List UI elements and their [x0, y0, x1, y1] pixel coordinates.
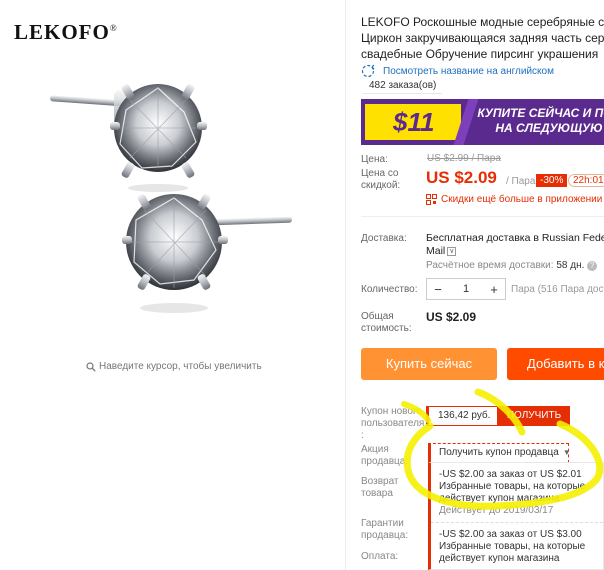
shipping-method-line: Бесплатная доставка в Russian Federa: [426, 232, 604, 244]
translate-icon: [361, 64, 375, 78]
shipping-method[interactable]: Бесплатная доставка в Russian Federa Mai…: [426, 232, 604, 258]
seller-promo-label: Акция продавца:: [361, 444, 409, 467]
quantity-stepper: − 1 +: [426, 278, 506, 300]
coupon-option[interactable]: -US $2.00 за заказ от US $3.00 Избранные…: [431, 523, 603, 569]
old-price: US $2.99 / Пара: [427, 153, 501, 164]
decrease-button[interactable]: −: [427, 282, 449, 297]
discount-badge: -30%: [536, 174, 568, 187]
product-title-line: Циркон закручивающаяся задняя часть серь: [361, 31, 604, 45]
chevron-down-icon[interactable]: ∨: [447, 246, 457, 256]
product-gallery: LEKOFO® Наведите курсор, чтобы увеличить: [0, 0, 346, 570]
promo-banner[interactable]: $11 КУПИТЕ СЕЙЧАС И ПОЛ НА СЛЕДУЮЩУЮ: [361, 99, 604, 145]
add-to-cart-button[interactable]: Добавить в к: [507, 348, 604, 380]
brand-logo: LEKOFO®: [14, 20, 118, 44]
new-user-coupon-label: Купон нового пользователя :: [361, 406, 425, 441]
banner-text: КУПИТЕ СЕЙЧАС И ПОЛ НА СЛЕДУЮЩУЮ: [469, 106, 604, 136]
seller-coupon-list: -US $2.00 за заказ от US $2.01 Избранные…: [428, 462, 604, 570]
quantity-availability: Пара (516 Пара доступ: [511, 284, 604, 295]
coupon-amount: 136,42 руб.: [426, 406, 498, 426]
product-title-line: LEKOFO Роскошные модные серебряные сер: [361, 15, 604, 29]
shipping-label: Доставка:: [361, 233, 407, 244]
coupon-option[interactable]: -US $2.00 за заказ от US $2.01 Избранные…: [431, 463, 603, 523]
sale-price: US $2.09: [426, 168, 497, 187]
divider: [361, 216, 604, 217]
total-label: Общая стоимость:: [361, 311, 412, 334]
delivery-days: 58 дн.: [556, 260, 585, 271]
orders-count: 482 заказа(ов): [363, 78, 443, 94]
countdown-timer: 22h:01: [568, 174, 604, 187]
total-price: US $2.09: [426, 310, 477, 324]
quantity-label: Количество:: [361, 284, 418, 295]
buy-now-button[interactable]: Купить сейчас: [361, 348, 497, 380]
price-label: Цена:: [361, 154, 388, 165]
delivery-time: Расчётное время доставки: 58 дн. ?: [426, 260, 598, 271]
new-user-coupon: 136,42 руб. ПОЛУЧИТЬ: [426, 406, 570, 426]
qr-code-icon: [426, 194, 437, 205]
banner-price: $11: [365, 104, 461, 140]
price-unit: / Пара: [506, 176, 536, 187]
translate-title-link[interactable]: Посмотреть название на английском: [361, 64, 554, 78]
help-icon[interactable]: ?: [587, 261, 598, 271]
quantity-input[interactable]: 1: [449, 283, 483, 295]
seller-coupon-dropdown[interactable]: Получить купон продавца ▼: [428, 443, 571, 463]
product-image[interactable]: [34, 70, 318, 332]
seller-guarantee-label: Гарантии продавца:: [361, 518, 409, 541]
return-policy-label: Возврат товара: [361, 476, 399, 499]
translate-link-text[interactable]: Посмотреть название на английском: [383, 66, 554, 77]
payment-label: Оплата:: [361, 551, 399, 562]
sale-price-label: Цена со скидкой:: [361, 168, 401, 191]
coupon-valid-until: Действует до 2019/03/17: [439, 505, 554, 516]
seller-coupon-text[interactable]: Получить купон продавца: [439, 447, 559, 458]
caret-down-icon: ▼: [562, 448, 571, 457]
magnifier-icon: [86, 361, 96, 372]
banner-text-line: НА СЛЕДУЮЩУЮ: [495, 121, 603, 135]
app-discount-text[interactable]: Скидки ещё больше в приложении: [441, 194, 602, 205]
increase-button[interactable]: +: [483, 282, 505, 297]
zoom-hint-text: Наведите курсор, чтобы увеличить: [99, 361, 262, 372]
shipping-method-line: Mail ∨: [426, 245, 457, 257]
get-coupon-button[interactable]: ПОЛУЧИТЬ: [498, 406, 570, 426]
product-title-line: свадебные Обручение пирсинг украшения: [361, 47, 599, 61]
app-discount-link[interactable]: Скидки ещё больше в приложении ▼: [426, 194, 604, 205]
zoom-hint: Наведите курсор, чтобы увеличить: [86, 361, 262, 372]
banner-text-line: КУПИТЕ СЕЙЧАС И ПОЛ: [477, 106, 604, 120]
product-title: LEKOFO Роскошные модные серебряные сер Ц…: [361, 14, 604, 62]
